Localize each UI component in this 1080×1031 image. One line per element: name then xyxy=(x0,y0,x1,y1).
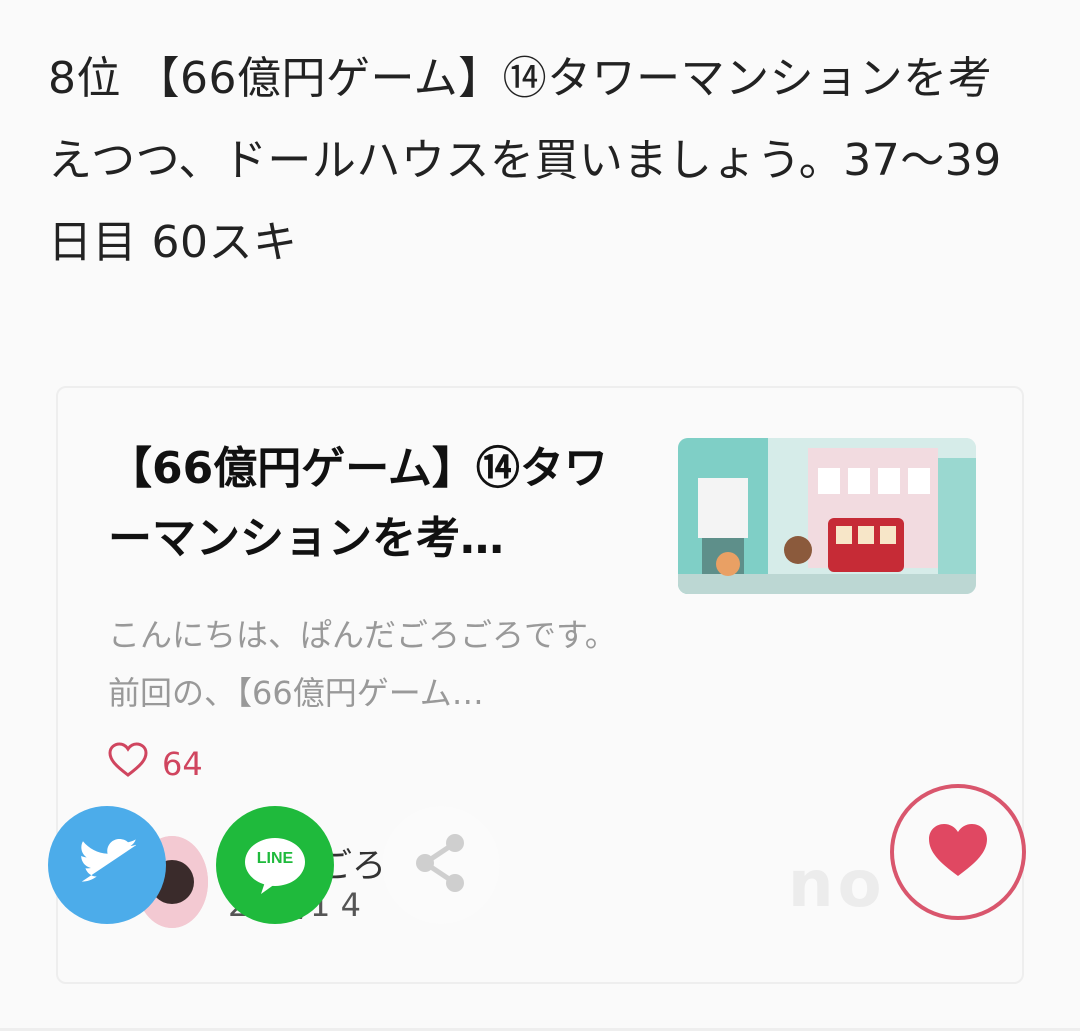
share-button[interactable] xyxy=(382,806,500,924)
twitter-share-button[interactable] xyxy=(48,806,166,924)
heart-outline-icon xyxy=(108,742,148,786)
likes-count: 64 xyxy=(162,745,203,783)
article-excerpt: こんにちは、ぱんだごろごろです。前回の、【66億円ゲーム… xyxy=(108,616,617,712)
line-share-button[interactable]: LINE xyxy=(216,806,334,924)
heart-filled-icon xyxy=(927,822,989,882)
article-card[interactable]: 【66億円ゲーム】⑭タワーマンションを考… こんにちは、ぱんだごろごろです。前回… xyxy=(56,386,1024,984)
share-icon xyxy=(411,831,471,899)
likes-counter: 64 xyxy=(108,742,203,786)
ranking-heading[interactable]: 8位 【66億円ゲーム】⑭タワーマンションを考えつつ、ドールハウスを買いましょう… xyxy=(48,38,1028,284)
twitter-bird-icon xyxy=(78,839,138,891)
note-watermark: no xyxy=(788,848,886,922)
line-label: LINE xyxy=(256,850,294,867)
line-bubble-icon: LINE xyxy=(243,836,307,894)
like-button[interactable] xyxy=(890,784,1026,920)
article-title[interactable]: 【66億円ゲーム】⑭タワーマンションを考… xyxy=(108,434,628,574)
article-thumbnail[interactable] xyxy=(678,438,976,594)
page: 8位 【66億円ゲーム】⑭タワーマンションを考えつつ、ドールハウスを買いましょう… xyxy=(0,0,1080,1031)
dollhouse-image xyxy=(678,438,976,594)
